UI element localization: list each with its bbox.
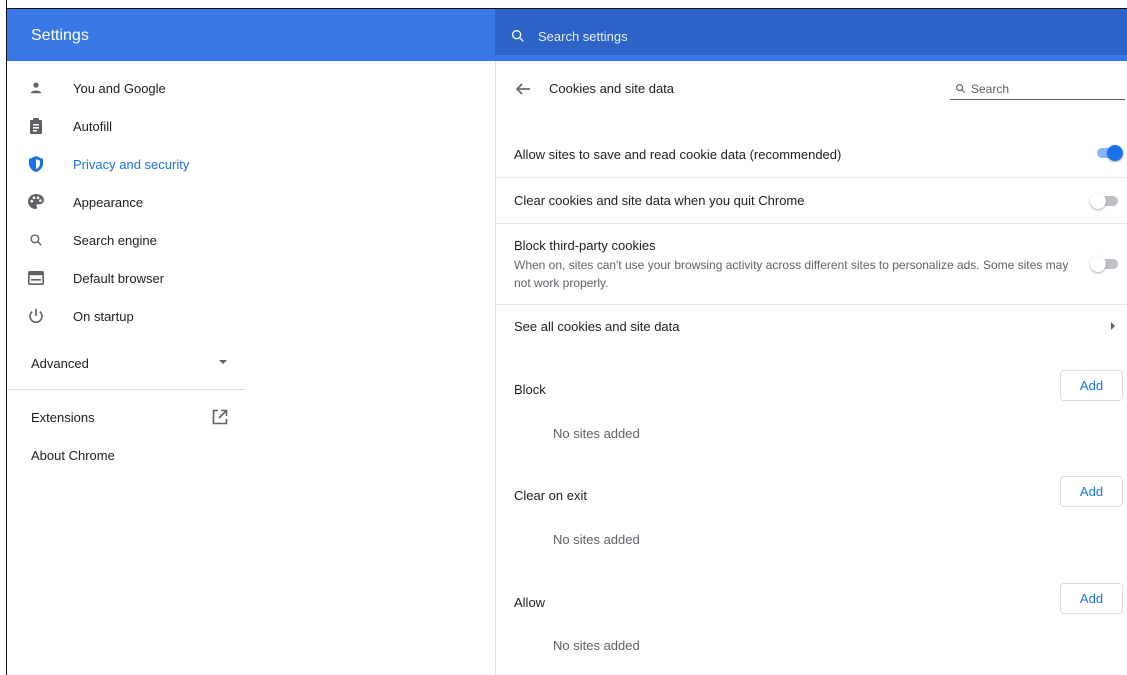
sidebar-item-label: Search engine (73, 232, 157, 248)
block-third-party-toggle[interactable] (1090, 256, 1118, 272)
chevron-right-icon[interactable] (1111, 322, 1115, 330)
window-border-top (6, 8, 1127, 9)
sidebar-item-label: Privacy and security (73, 156, 190, 172)
block-empty-text: No sites added (553, 426, 640, 441)
sidebar-item-about-chrome[interactable]: About Chrome (7, 436, 247, 474)
extensions-label: Extensions (31, 409, 95, 425)
open-in-new-icon (212, 409, 228, 425)
sidebar-item-label: You and Google (73, 80, 166, 96)
palette-icon (26, 192, 46, 212)
clear-on-exit-section-label: Clear on exit (514, 488, 587, 503)
sidebar-item-extensions[interactable]: Extensions (7, 398, 247, 436)
sidebar-item-label: Default browser (73, 270, 165, 286)
page-title: Cookies and site data (549, 81, 675, 96)
toggle-thumb (1090, 256, 1106, 272)
row-divider (496, 177, 1127, 178)
browser-window-icon (26, 268, 46, 288)
sidebar-item-appearance[interactable]: Appearance (7, 183, 247, 221)
sidebar-item-autofill[interactable]: Autofill (7, 107, 247, 145)
clipboard-icon (26, 116, 46, 136)
search-placeholder: Search settings (538, 28, 628, 44)
block-third-party-label: Block third-party cookies (514, 238, 656, 253)
settings-window: Settings Search settings You and Google … (0, 0, 1127, 675)
search-icon (511, 29, 524, 42)
sidebar-item-default-browser[interactable]: Default browser (7, 259, 247, 297)
window-border-left (6, 0, 7, 675)
block-add-button[interactable]: Add (1060, 370, 1123, 401)
about-label: About Chrome (31, 447, 115, 463)
allow-cookies-toggle[interactable] (1095, 145, 1123, 161)
toggle-thumb (1090, 193, 1106, 209)
app-title: Settings (31, 27, 89, 44)
allow-add-button[interactable]: Add (1060, 583, 1123, 614)
advanced-toggle[interactable]: Advanced (7, 344, 247, 382)
cookies-search-input[interactable]: Search (950, 78, 1125, 100)
sidebar-item-label: Autofill (73, 118, 113, 134)
allow-empty-text: No sites added (553, 638, 640, 653)
search-icon (956, 84, 966, 94)
person-icon (26, 78, 46, 98)
block-third-party-description: When on, sites can't use your browsing a… (514, 258, 1069, 290)
clear-on-quit-toggle[interactable] (1090, 193, 1118, 209)
power-icon (26, 306, 46, 326)
sidebar-item-label: Appearance (73, 194, 144, 210)
allow-section-label: Allow (514, 595, 546, 610)
block-section-label: Block (514, 382, 546, 397)
sidebar-item-label: On startup (73, 308, 134, 324)
row-divider (496, 223, 1127, 224)
see-all-cookies-link[interactable]: See all cookies and site data (514, 319, 680, 334)
back-arrow-icon[interactable] (514, 80, 532, 98)
search-icon (26, 230, 46, 250)
allow-cookies-label: Allow sites to save and read cookie data… (514, 147, 842, 162)
row-divider (496, 304, 1127, 305)
chevron-down-icon (219, 360, 227, 364)
sidebar-item-privacy-and-security[interactable]: Privacy and security (7, 145, 247, 183)
sidebar-divider (7, 389, 245, 390)
clear-on-exit-empty-text: No sites added (553, 532, 640, 547)
sidebar-item-search-engine[interactable]: Search engine (7, 221, 247, 259)
advanced-label: Advanced (31, 355, 89, 371)
sidebar-item-you-and-google[interactable]: You and Google (7, 69, 247, 107)
clear-on-quit-label: Clear cookies and site data when you qui… (514, 193, 805, 208)
toggle-thumb (1107, 145, 1123, 161)
shield-icon (26, 154, 46, 174)
clear-on-exit-add-button[interactable]: Add (1060, 476, 1123, 507)
sidebar-item-on-startup[interactable]: On startup (7, 297, 247, 335)
search-placeholder: Search (971, 81, 1010, 96)
search-settings-input[interactable]: Search settings (495, 17, 1127, 55)
